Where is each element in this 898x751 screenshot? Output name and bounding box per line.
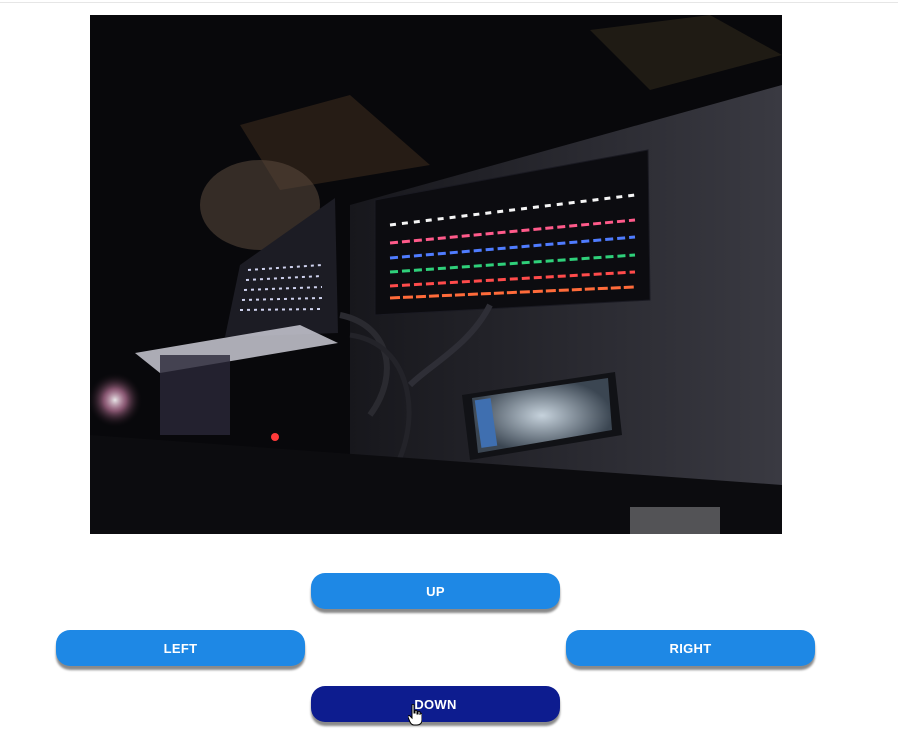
right-button[interactable]: RIGHT bbox=[566, 630, 815, 666]
up-button[interactable]: UP bbox=[311, 573, 560, 609]
left-button[interactable]: LEFT bbox=[56, 630, 305, 666]
down-button[interactable]: DOWN bbox=[311, 686, 560, 722]
top-divider bbox=[0, 2, 898, 3]
camera-feed bbox=[90, 15, 782, 534]
camera-frame-image bbox=[90, 15, 782, 534]
